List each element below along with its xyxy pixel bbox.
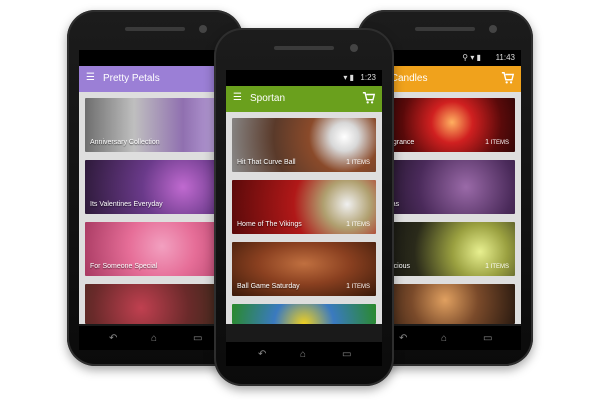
item-count: 1 ITEMS	[346, 283, 370, 290]
back-icon[interactable]: ↶	[258, 349, 266, 360]
phone-center: ▾ ▮ 1:23 ☰ Sportan Hit That Curve Ball 1…	[214, 28, 394, 386]
item-count: 1 ITEMS	[346, 159, 370, 166]
item-label: Anniversary Collection	[90, 139, 160, 146]
list-item[interactable]: Home of The Vikings 1 ITEMS	[232, 180, 376, 234]
speaker	[125, 27, 185, 31]
list-item[interactable]: & Delicious 1 ITEMS	[375, 222, 515, 276]
nav-bar: ↶ ⌂ ▭	[79, 326, 231, 350]
home-icon[interactable]: ⌂	[300, 349, 306, 360]
signal-icon: ▾ ▮	[343, 73, 354, 82]
list-item[interactable]: al Fragrance 1 ITEMS	[375, 98, 515, 152]
recents-icon[interactable]: ▭	[342, 349, 351, 360]
item-count: 1 ITEMS	[346, 221, 370, 228]
item-label: Ball Game Saturday	[237, 283, 300, 290]
recents-icon[interactable]: ▭	[483, 333, 492, 344]
list-item[interactable]	[85, 284, 225, 324]
hamburger-icon[interactable]: ☰	[86, 72, 95, 84]
nav-bar: ↶ ⌂ ▭	[226, 342, 382, 366]
hamburger-icon[interactable]: ☰	[233, 92, 242, 104]
list-item[interactable]: For Someone Special	[85, 222, 225, 276]
recents-icon[interactable]: ▭	[193, 333, 202, 344]
item-label: Its Valentines Everyday	[90, 201, 163, 208]
status-bar	[79, 50, 231, 66]
screen-left: ☰ Pretty Petals Anniversary Collection I…	[79, 50, 231, 350]
list-item[interactable]: Anniversary Collection	[85, 98, 225, 152]
status-bar: ▾ ▮ 1:23	[226, 70, 382, 86]
screen-center: ▾ ▮ 1:23 ☰ Sportan Hit That Curve Ball 1…	[226, 70, 382, 366]
camera	[350, 44, 358, 52]
app-bar: ☰ Sportan	[226, 86, 382, 112]
item-label: For Someone Special	[90, 263, 158, 270]
list-item[interactable]	[375, 284, 515, 324]
item-label: Hit That Curve Ball	[237, 159, 296, 166]
app-title: Sportan	[250, 93, 286, 104]
list-item[interactable]: Hit That Curve Ball 1 ITEMS	[232, 118, 376, 172]
status-time: 1:23	[360, 73, 376, 82]
list-item[interactable]: Its Valentines Everyday	[85, 160, 225, 214]
item-count: 1 ITEMS	[485, 263, 509, 270]
back-icon[interactable]: ↶	[109, 333, 117, 344]
speaker	[415, 27, 475, 31]
camera	[489, 25, 497, 33]
list-item[interactable]	[232, 304, 376, 324]
home-icon[interactable]: ⌂	[441, 333, 447, 344]
item-label: Home of The Vikings	[237, 221, 302, 228]
status-time: 11:43	[495, 53, 515, 62]
collection-list: Anniversary Collection Its Valentines Ev…	[79, 92, 231, 324]
home-icon[interactable]: ⌂	[151, 333, 157, 344]
back-icon[interactable]: ↶	[399, 333, 407, 344]
list-item[interactable]: Ball Game Saturday 1 ITEMS	[232, 242, 376, 296]
collection-list: Hit That Curve Ball 1 ITEMS Home of The …	[226, 112, 382, 324]
app-title: Pretty Petals	[103, 73, 160, 84]
app-bar: ☰ Pretty Petals	[79, 66, 231, 92]
signal-icon: ⚲ ▾ ▮	[462, 53, 481, 62]
speaker	[274, 46, 334, 50]
shopping-cart-icon[interactable]	[362, 91, 376, 105]
item-count: 1 ITEMS	[485, 139, 509, 146]
camera	[199, 25, 207, 33]
shopping-cart-icon[interactable]	[501, 71, 515, 85]
list-item[interactable]: Aromas	[375, 160, 515, 214]
